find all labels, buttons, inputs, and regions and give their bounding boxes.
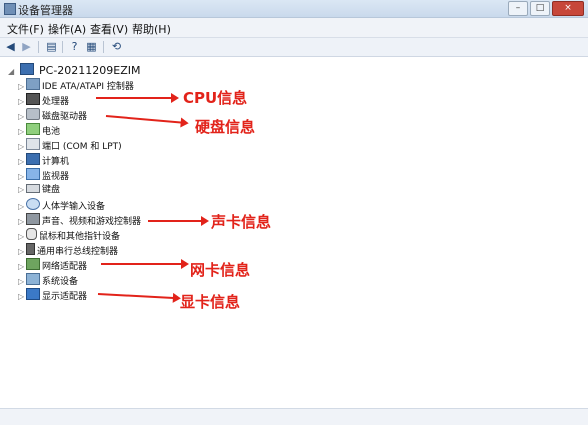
- forward-icon[interactable]: ▶: [20, 41, 33, 53]
- keyboard-icon: [26, 184, 40, 193]
- collapse-icon[interactable]: ◢: [8, 67, 16, 76]
- tree-item-ports[interactable]: ▷ 端口 (COM 和 LPT): [18, 138, 122, 152]
- tree-item-label: 电池: [42, 127, 61, 137]
- menu-bar: 文件(F) 操作(A) 查看(V) 帮助(H): [0, 18, 588, 38]
- tree-item-computer[interactable]: ▷ 计算机: [18, 153, 69, 167]
- toolbar: ◀ ▶ ▤ ? ▦ ⟲: [0, 38, 588, 57]
- tree-item-label: 网络适配器: [42, 262, 88, 272]
- minimize-button[interactable]: –: [508, 1, 528, 16]
- annotation-display: 显卡信息: [180, 293, 241, 311]
- tree-item-keyboards[interactable]: ▷ 键盘: [18, 183, 60, 197]
- expand-icon[interactable]: ▷: [18, 80, 26, 94]
- tree-item-label: 人体学输入设备: [42, 202, 106, 212]
- menu-file[interactable]: 文件(F): [7, 21, 44, 37]
- expand-icon[interactable]: ▷: [18, 95, 26, 109]
- tree-item-label: 鼠标和其他指针设备: [39, 232, 121, 242]
- window-controls: – □ ×: [508, 1, 584, 16]
- tree-item-usb[interactable]: ▷ 通用串行总线控制器: [18, 243, 118, 257]
- help-icon[interactable]: ?: [68, 41, 81, 53]
- device-tree: ◢ PC-20211209EZIM ▷ IDE ATA/ATAPI 控制器 ▷ 处理…: [0, 58, 588, 408]
- computer-icon: [19, 63, 34, 75]
- tree-item-mice[interactable]: ▷ 鼠标和其他指针设备: [18, 228, 120, 242]
- view-icon[interactable]: ▦: [85, 41, 98, 53]
- tree-item-display[interactable]: ▷ 显示适配器: [18, 288, 87, 302]
- annotation-arrow: [105, 115, 184, 124]
- tree-item-label: 端口 (COM 和 LPT): [42, 142, 122, 152]
- display-adapter-icon: [26, 288, 40, 300]
- annotation-disk: 硬盘信息: [195, 118, 256, 136]
- expand-icon[interactable]: ▷: [18, 155, 26, 169]
- tree-item-ide[interactable]: ▷ IDE ATA/ATAPI 控制器: [18, 78, 134, 92]
- expand-icon[interactable]: ▷: [18, 170, 26, 184]
- mouse-icon: [26, 228, 37, 240]
- tree-item-label: 监视器: [42, 172, 70, 182]
- menu-view[interactable]: 查看(V): [90, 21, 128, 37]
- human-interface-icon: [26, 198, 40, 210]
- expand-icon[interactable]: ▷: [18, 140, 26, 154]
- expand-icon[interactable]: ▷: [18, 183, 26, 197]
- expand-icon[interactable]: ▷: [18, 110, 26, 124]
- tree-item-network[interactable]: ▷ 网络适配器: [18, 258, 87, 272]
- annotation-arrow: [96, 93, 179, 103]
- tree-item-label: 系统设备: [42, 277, 79, 287]
- tree-item-label: 磁盘驱动器: [42, 112, 88, 122]
- tree-item-battery[interactable]: ▷ 电池: [18, 123, 60, 137]
- speaker-icon: [26, 213, 40, 225]
- update-driver-icon[interactable]: ⟲: [110, 41, 123, 53]
- tree-item-label: 声音、视频和游戏控制器: [42, 217, 142, 227]
- disk-drive-icon: [26, 108, 40, 120]
- tree-item-label: 显示适配器: [42, 292, 88, 302]
- status-bar: [0, 408, 588, 425]
- annotation-cpu: CPU信息: [183, 89, 248, 107]
- tree-root-label: PC-20211209EZIM: [39, 64, 141, 77]
- expand-icon[interactable]: ▷: [18, 215, 26, 229]
- tree-item-system[interactable]: ▷ 系统设备: [18, 273, 78, 287]
- toolbar-separator: [38, 41, 39, 53]
- expand-icon[interactable]: ▷: [18, 275, 26, 289]
- tree-item-sound[interactable]: ▷ 声音、视频和游戏控制器: [18, 213, 141, 227]
- computer-icon: [26, 153, 40, 165]
- tree-item-hid[interactable]: ▷ 人体学输入设备: [18, 198, 105, 212]
- toolbar-separator: [62, 41, 63, 53]
- usb-icon: [26, 243, 35, 255]
- expand-icon[interactable]: ▷: [18, 245, 26, 259]
- tree-item-processor[interactable]: ▷ 处理器: [18, 93, 69, 107]
- title-bar[interactable]: 设备管理器 – □ ×: [0, 0, 588, 18]
- network-adapter-icon: [26, 258, 40, 270]
- window-title: 设备管理器: [18, 4, 73, 17]
- tree-item-monitors[interactable]: ▷ 监视器: [18, 168, 69, 182]
- tree-item-disk-drives[interactable]: ▷ 磁盘驱动器: [18, 108, 87, 122]
- ide-controller-icon: [26, 78, 40, 90]
- tree-item-label: 通用串行总线控制器: [37, 247, 119, 257]
- annotation-sound: 声卡信息: [211, 213, 272, 231]
- expand-icon[interactable]: ▷: [18, 230, 26, 244]
- tree-root[interactable]: ◢ PC-20211209EZIM: [8, 63, 141, 77]
- tree-item-label: 键盘: [42, 185, 61, 195]
- annotation-arrow: [101, 259, 189, 269]
- menu-action[interactable]: 操作(A): [48, 21, 86, 37]
- tree-item-label: 计算机: [42, 157, 70, 167]
- tree-item-label: 处理器: [42, 97, 70, 107]
- tree-item-label: IDE ATA/ATAPI 控制器: [42, 82, 134, 92]
- close-button[interactable]: ×: [552, 1, 584, 16]
- annotation-arrow: [97, 293, 176, 300]
- monitor-icon: [26, 168, 40, 180]
- annotation-network: 网卡信息: [190, 261, 251, 279]
- annotation-arrow: [148, 216, 209, 226]
- maximize-button[interactable]: □: [530, 1, 550, 16]
- menu-help[interactable]: 帮助(H): [132, 21, 171, 37]
- expand-icon[interactable]: ▷: [18, 260, 26, 274]
- battery-icon: [26, 123, 40, 135]
- system-device-icon: [26, 273, 40, 285]
- back-icon[interactable]: ◀: [4, 41, 17, 53]
- properties-icon[interactable]: ▤: [45, 41, 58, 53]
- expand-icon[interactable]: ▷: [18, 290, 26, 304]
- device-manager-icon: [4, 3, 16, 15]
- toolbar-separator: [103, 41, 104, 53]
- expand-icon[interactable]: ▷: [18, 200, 26, 214]
- port-icon: [26, 138, 40, 150]
- expand-icon[interactable]: ▷: [18, 125, 26, 139]
- processor-icon: [26, 93, 40, 105]
